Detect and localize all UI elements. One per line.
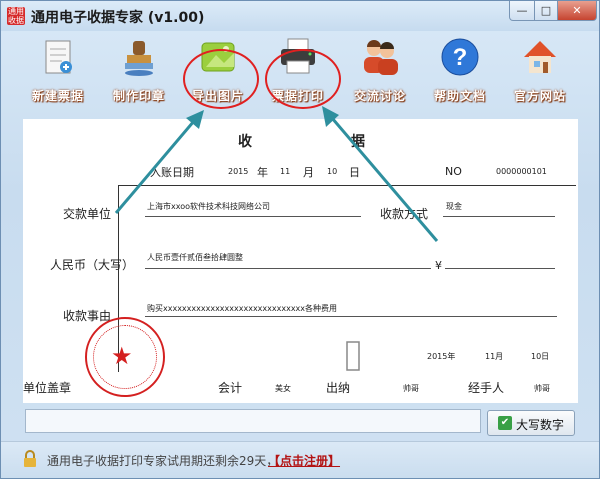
minimize-button[interactable]: — bbox=[509, 1, 535, 21]
date-month: 11 bbox=[280, 167, 291, 176]
receipt-title-left: 收 bbox=[238, 134, 252, 150]
payment-method-value[interactable]: 现金 bbox=[446, 201, 462, 212]
cashier-label: 出纳 bbox=[326, 381, 351, 395]
accountant-value: 美女 bbox=[275, 384, 291, 393]
help-question-icon: ? bbox=[441, 38, 479, 76]
title-bar[interactable]: 通用收据 通用电子收据专家 (v1.00) — □ ✕ bbox=[1, 1, 599, 31]
text-cursor-icon bbox=[346, 341, 360, 371]
users-discussion-icon bbox=[364, 40, 398, 75]
yen-symbol: ¥ bbox=[435, 259, 442, 272]
rmb-value[interactable]: 人民币壹仟贰佰叁拾肆圆整 bbox=[147, 252, 243, 263]
receipt-form: 收 据 入账日期 2015 年 11 月 10 日 NO 0000000101 … bbox=[23, 119, 578, 403]
date-year: 2015 bbox=[228, 167, 249, 176]
payer-underline bbox=[145, 216, 361, 217]
close-button[interactable]: ✕ bbox=[557, 1, 597, 21]
payer-value[interactable]: 上海市xxoo软件技术科技网络公司 bbox=[147, 201, 270, 212]
make-seal-button[interactable]: 制作印章 bbox=[104, 37, 174, 107]
yen-underline bbox=[445, 268, 555, 269]
company-seal-stamp: ★ bbox=[85, 317, 165, 397]
reason-value[interactable]: 购买xxxxxxxxxxxxxxxxxxxxxxxxxxxxxx各种费用 bbox=[147, 303, 337, 314]
cashier-value: 帅哥 bbox=[403, 384, 419, 393]
new-receipt-button[interactable]: 新建票据 bbox=[23, 37, 93, 107]
export-highlight-circle bbox=[183, 49, 259, 109]
green-check-icon: ✔ bbox=[498, 416, 512, 430]
lock-icon bbox=[24, 450, 36, 467]
handler-label: 经手人 bbox=[468, 381, 505, 395]
accountant-label: 会计 bbox=[218, 381, 243, 395]
receipt-app-icon: 通用收据 bbox=[7, 7, 25, 25]
toolbar-label: 新建票据 bbox=[31, 89, 84, 103]
payment-method-label: 收款方式 bbox=[380, 207, 429, 221]
sign-year: 2015年 bbox=[427, 352, 456, 361]
payer-label: 交款单位 bbox=[63, 207, 112, 221]
no-label: NO bbox=[445, 165, 462, 178]
reason-underline bbox=[145, 316, 557, 317]
maximize-button[interactable]: □ bbox=[534, 1, 558, 21]
year-unit: 年 bbox=[257, 166, 268, 179]
svg-text:?: ? bbox=[453, 44, 468, 71]
rmb-underline bbox=[145, 268, 431, 269]
toolbar-label: 官方网站 bbox=[513, 89, 566, 103]
help-docs-button[interactable]: ? 帮助文档 bbox=[425, 37, 495, 107]
window-title: 通用电子收据专家 (v1.00) bbox=[31, 10, 205, 26]
official-website-button[interactable]: 官方网站 bbox=[505, 37, 575, 107]
day-unit: 日 bbox=[349, 166, 360, 179]
sign-month: 11月 bbox=[485, 352, 504, 361]
status-bar: 通用电子收据打印专家试用期还剩余29天， 【点击注册】 bbox=[1, 441, 599, 478]
receipt-number: 0000000101 bbox=[496, 167, 547, 176]
uppercase-number-button[interactable]: ✔ 大写数字 bbox=[487, 410, 575, 436]
receipt-title-right: 据 bbox=[351, 134, 365, 150]
handler-value: 帅哥 bbox=[534, 384, 550, 393]
toolbar-label: 制作印章 bbox=[112, 89, 165, 103]
trial-status-text: 通用电子收据打印专家试用期还剩余29天， bbox=[47, 454, 279, 468]
month-unit: 月 bbox=[303, 166, 314, 179]
seal-label: 单位盖章 bbox=[23, 381, 72, 395]
discussion-button[interactable]: 交流讨论 bbox=[345, 37, 415, 107]
method-underline bbox=[443, 216, 555, 217]
print-highlight-circle bbox=[265, 49, 341, 109]
seal-star-icon: ★ bbox=[111, 342, 133, 370]
new-receipt-icon bbox=[45, 40, 72, 74]
toolbar-label: 交流讨论 bbox=[353, 89, 406, 103]
seal-stamp-icon bbox=[125, 41, 153, 76]
uppercase-number-label: 大写数字 bbox=[516, 418, 565, 432]
amount-input[interactable] bbox=[25, 409, 481, 433]
reason-label: 收款事由 bbox=[63, 309, 112, 323]
date-label: 入账日期 bbox=[150, 166, 194, 179]
toolbar: 新建票据 制作印章 导出图片 票据打印 交流讨论 ? 帮助文档 官方网站 bbox=[1, 31, 599, 109]
rmb-label: 人民币（大写） bbox=[50, 258, 135, 272]
register-link[interactable]: 【点击注册】 bbox=[268, 452, 340, 469]
date-day: 10 bbox=[327, 167, 338, 176]
app-window: 通用收据 通用电子收据专家 (v1.00) — □ ✕ 新建票据 制作印章 导出… bbox=[0, 0, 600, 479]
sign-day: 10日 bbox=[531, 352, 550, 361]
home-website-icon bbox=[524, 41, 556, 73]
toolbar-label: 帮助文档 bbox=[433, 89, 486, 103]
